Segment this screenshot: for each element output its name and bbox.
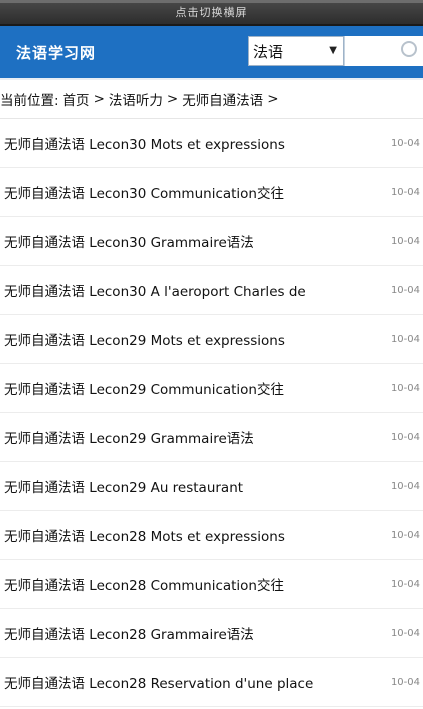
language-select-value: 法语 [253, 42, 284, 61]
article-title[interactable]: 无师自通法语 Lecon29 Communication交往 [0, 378, 284, 398]
list-item[interactable]: 无师自通法语 Lecon30 Grammaire语法 10-04 [0, 217, 423, 266]
list-item[interactable]: 无师自通法语 Lecon29 Grammaire语法 10-04 [0, 413, 423, 462]
list-item[interactable]: 无师自通法语 Lecon28 Reservation d'une place 1… [0, 658, 423, 707]
article-date: 10-04 [390, 333, 420, 345]
list-item[interactable]: 无师自通法语 Lecon30 Mots et expressions 10-04 [0, 119, 423, 168]
breadcrumb-self-taught-french[interactable]: 无师自通法语 [182, 89, 263, 109]
chevron-down-icon: ▼ [329, 45, 337, 56]
list-item[interactable]: 无师自通法语 Lecon28 Mots et expressions 10-04 [0, 511, 423, 560]
rotate-screen-bar[interactable]: 点击切换横屏 [0, 0, 423, 26]
list-item[interactable]: 无师自通法语 Lecon29 Communication交往 10-04 [0, 364, 423, 413]
article-title[interactable]: 无师自通法语 Lecon30 Mots et expressions [0, 133, 285, 153]
article-date: 10-04 [390, 480, 420, 492]
article-date: 10-04 [390, 235, 420, 247]
breadcrumb-prefix: 当前位置: [0, 93, 59, 109]
article-title[interactable]: 无师自通法语 Lecon28 Communication交往 [0, 574, 284, 594]
article-title[interactable]: 无师自通法语 Lecon28 Mots et expressions [0, 525, 285, 545]
list-item[interactable]: 无师自通法语 Lecon29 Au restaurant 10-04 [0, 462, 423, 511]
article-date: 10-04 [390, 186, 420, 198]
status-strip [0, 0, 423, 3]
article-title[interactable]: 无师自通法语 Lecon29 Mots et expressions [0, 329, 285, 349]
article-date: 10-04 [390, 627, 420, 639]
article-title[interactable]: 无师自通法语 Lecon28 Reservation d'une place [0, 672, 313, 692]
article-date: 10-04 [390, 431, 420, 443]
list-item[interactable]: 无师自通法语 Lecon30 A l'aeroport Charles de 1… [0, 266, 423, 315]
list-item[interactable]: 无师自通法语 Lecon30 Communication交往 10-04 [0, 168, 423, 217]
breadcrumb-french-listening[interactable]: 法语听力 [109, 89, 163, 109]
rotate-screen-label: 点击切换横屏 [175, 6, 248, 19]
article-title[interactable]: 无师自通法语 Lecon28 Grammaire语法 [0, 623, 254, 643]
article-list: 无师自通法语 Lecon30 Mots et expressions 10-04… [0, 119, 423, 707]
list-item[interactable]: 无师自通法语 Lecon28 Communication交往 10-04 [0, 560, 423, 609]
breadcrumb-home[interactable]: 首页 [63, 89, 90, 109]
article-title[interactable]: 无师自通法语 Lecon30 Grammaire语法 [0, 231, 254, 251]
breadcrumb: 当前位置: 首页 > 法语听力 > 无师自通法语 > [0, 80, 423, 119]
article-date: 10-04 [390, 529, 420, 541]
article-title[interactable]: 无师自通法语 Lecon29 Au restaurant [0, 476, 243, 496]
article-date: 10-04 [390, 676, 420, 688]
article-date: 10-04 [390, 578, 420, 590]
search-input[interactable] [344, 36, 423, 66]
site-title[interactable]: 法语学习网 [16, 42, 96, 63]
breadcrumb-separator: > [166, 91, 179, 107]
article-title[interactable]: 无师自通法语 Lecon30 A l'aeroport Charles de [0, 280, 306, 300]
article-date: 10-04 [390, 284, 420, 296]
search-icon[interactable] [401, 41, 417, 57]
article-date: 10-04 [390, 137, 420, 149]
list-item[interactable]: 无师自通法语 Lecon28 Grammaire语法 10-04 [0, 609, 423, 658]
article-title[interactable]: 无师自通法语 Lecon30 Communication交往 [0, 182, 284, 202]
article-title[interactable]: 无师自通法语 Lecon29 Grammaire语法 [0, 427, 254, 447]
language-select[interactable]: 法语 ▼ [248, 36, 344, 66]
site-header: 法语学习网 法语 ▼ [0, 26, 423, 80]
breadcrumb-separator: > [267, 91, 279, 107]
article-date: 10-04 [390, 382, 420, 394]
breadcrumb-separator: > [93, 91, 105, 107]
list-item[interactable]: 无师自通法语 Lecon29 Mots et expressions 10-04 [0, 315, 423, 364]
